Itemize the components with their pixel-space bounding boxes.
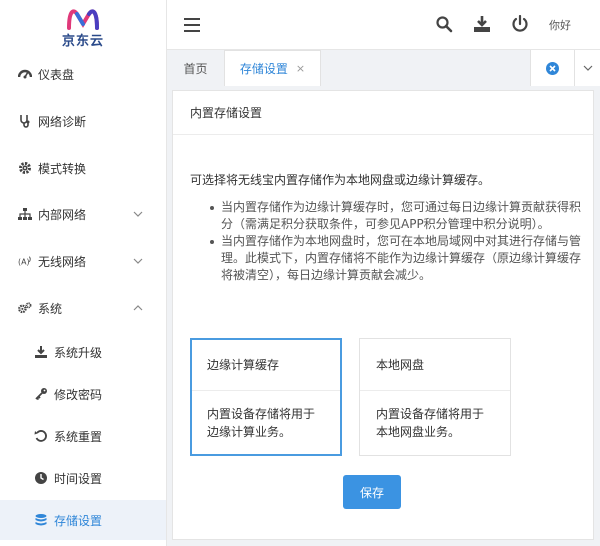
sidebar-subitem-change-password[interactable]: 修改密码 xyxy=(0,374,166,414)
option-description: 内置设备存储将用于边缘计算业务。 xyxy=(207,407,316,439)
storage-settings-panel: 内置存储设置 可选择将无线宝内置存储作为本地网盘或边缘计算缓存。 当内置存储作为… xyxy=(172,90,594,540)
close-circle-icon xyxy=(546,61,559,75)
sidebar-item-wireless-network[interactable]: (A) 无线网络 xyxy=(0,241,166,281)
chevron-down-icon xyxy=(133,258,143,264)
tab-label: 首页 xyxy=(183,61,208,76)
close-all-tabs-button[interactable] xyxy=(530,50,574,86)
brand-logo-mark xyxy=(67,8,99,30)
brand-logo[interactable]: 京东云 xyxy=(0,0,166,52)
intro-text: 可选择将无线宝内置存储作为本地网盘或边缘计算缓存。 xyxy=(190,173,491,187)
gear-icon xyxy=(18,161,32,175)
tab-dropdown-button[interactable] xyxy=(574,50,600,86)
sidebar-item-label: 仪表盘 xyxy=(38,67,75,82)
sidebar-subitem-time-settings[interactable]: 时间设置 xyxy=(0,458,166,498)
info-item: 当内置存储作为边缘计算缓存时，您可通过每日边缘计算贡献获得积分（需满足积分获取条… xyxy=(207,199,587,233)
option-edge-cache[interactable]: 边缘计算缓存 内置设备存储将用于边缘计算业务。 xyxy=(190,338,342,456)
power-icon[interactable] xyxy=(511,15,529,33)
tab-storage-settings[interactable]: 存储设置 × xyxy=(225,50,321,86)
info-item: 当内置存储作为本地网盘时，您可在本地局域网中对其进行存储与管理。此模式下，内置存… xyxy=(207,233,587,284)
user-greeting[interactable]: 你好 xyxy=(549,17,571,33)
sidebar-subitem-system-reset[interactable]: 系统重置 xyxy=(0,416,166,456)
sidebar-item-label: 模式转换 xyxy=(38,161,87,176)
sidebar-item-label: 系统升级 xyxy=(54,345,103,360)
sidebar-item-label: 修改密码 xyxy=(54,387,103,402)
info-list: 当内置存储作为边缘计算缓存时，您可通过每日边缘计算贡献获得积分（需满足积分获取条… xyxy=(207,199,587,284)
sidebar-item-label: 系统 xyxy=(38,301,63,316)
cogs-icon xyxy=(18,301,32,315)
search-icon[interactable] xyxy=(435,15,453,33)
brand-logo-text: 京东云 xyxy=(61,33,104,49)
sidebar-item-label: 系统重置 xyxy=(54,429,103,444)
tab-home[interactable]: 首页 xyxy=(167,50,225,86)
sidebar-item-network-diagnosis[interactable]: 网络诊断 xyxy=(0,101,166,141)
database-icon xyxy=(34,513,48,527)
sidebar-item-label: 内部网络 xyxy=(38,207,87,222)
svg-text:(A): (A) xyxy=(18,258,30,267)
sidebar-subitem-system-upgrade[interactable]: 系统升级 xyxy=(0,332,166,372)
save-button[interactable]: 保存 xyxy=(343,475,401,509)
close-icon[interactable]: × xyxy=(296,62,305,75)
sidebar-item-label: 网络诊断 xyxy=(38,114,87,129)
wifi-antenna-icon: (A) xyxy=(18,254,32,268)
sidebar-item-mode-switch[interactable]: 模式转换 xyxy=(0,148,166,188)
chevron-down-icon xyxy=(583,65,592,71)
undo-icon xyxy=(34,429,48,443)
chevron-down-icon xyxy=(133,211,143,217)
option-title: 本地网盘 xyxy=(360,339,510,391)
tab-bar: 首页 存储设置 × xyxy=(167,50,600,86)
chevron-up-icon xyxy=(133,305,143,311)
option-local-disk[interactable]: 本地网盘 内置设备存储将用于本地网盘业务。 xyxy=(359,338,511,456)
stethoscope-icon xyxy=(18,114,32,128)
sidebar-item-label: 时间设置 xyxy=(54,471,103,486)
download-icon[interactable] xyxy=(473,15,491,33)
option-description: 内置设备存储将用于本地网盘业务。 xyxy=(376,407,485,439)
sidebar-item-internal-network[interactable]: 内部网络 xyxy=(0,194,166,234)
top-header: 你好 xyxy=(167,0,600,50)
download-icon xyxy=(34,345,48,359)
sidebar-item-system[interactable]: 系统 xyxy=(0,288,166,328)
option-title: 边缘计算缓存 xyxy=(192,340,340,391)
sidebar: 京东云 仪表盘 网络诊断 模式转换 内部网络 (A) 无线网络 系统 系统升级 … xyxy=(0,0,167,546)
sitemap-icon xyxy=(18,207,32,221)
sidebar-item-label: 存储设置 xyxy=(54,513,103,528)
key-icon xyxy=(34,387,48,401)
sidebar-item-dashboard[interactable]: 仪表盘 xyxy=(0,54,166,94)
menu-icon[interactable] xyxy=(184,18,200,32)
sidebar-subitem-storage-settings[interactable]: 存储设置 xyxy=(0,500,166,540)
page-title: 内置存储设置 xyxy=(173,91,593,135)
dashboard-icon xyxy=(18,67,32,81)
clock-icon xyxy=(34,471,48,485)
sidebar-item-label: 无线网络 xyxy=(38,254,87,269)
tab-label: 存储设置 xyxy=(239,62,288,76)
